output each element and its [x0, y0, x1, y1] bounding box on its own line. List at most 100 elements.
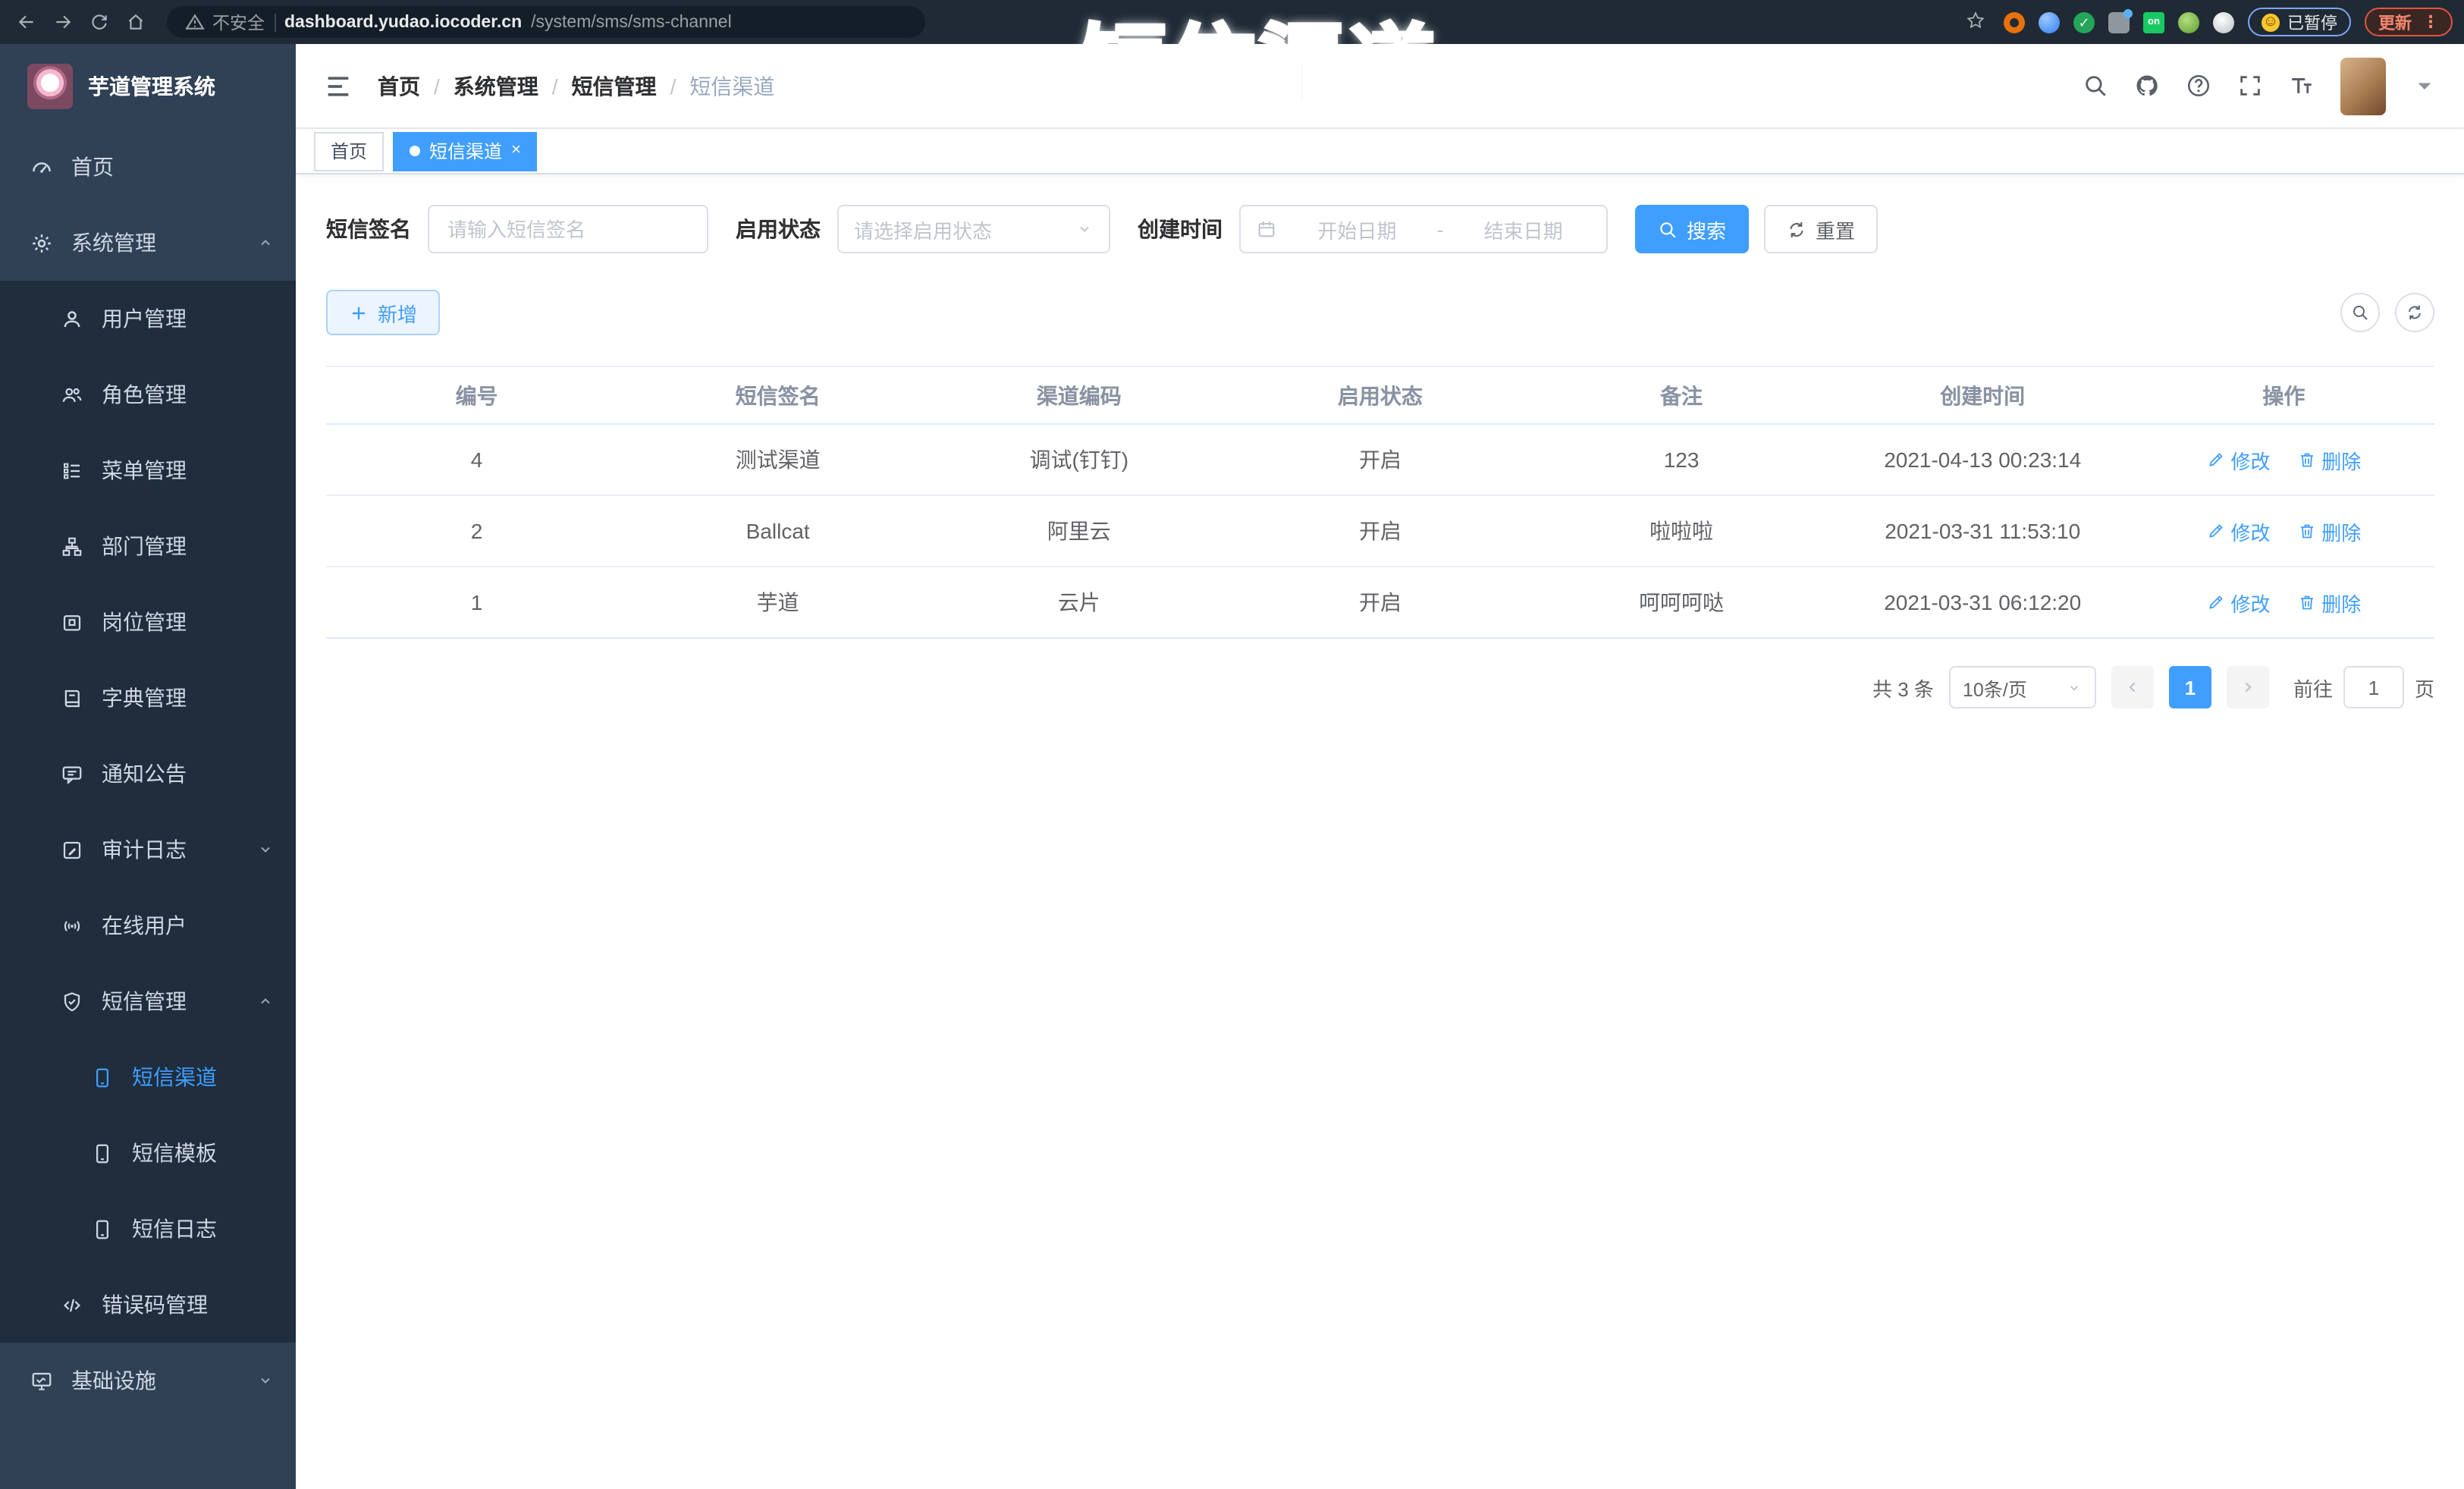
cell-created: 2021-03-31 11:53:10: [1832, 495, 2133, 567]
security-status[interactable]: 不安全: [185, 10, 265, 34]
sidebar-item-error-codes[interactable]: 错误码管理: [0, 1267, 296, 1343]
warning-icon: [185, 12, 205, 32]
github-icon[interactable]: [2134, 73, 2160, 99]
cell-actions: 修改 删除: [2133, 567, 2434, 639]
status-placeholder: 请选择启用状态: [854, 219, 993, 242]
search-button[interactable]: 搜索: [1635, 205, 1750, 253]
browser-forward-button[interactable]: [49, 8, 76, 36]
edit-link[interactable]: 修改: [2206, 517, 2270, 545]
filter-status-group: 启用状态 请选择启用状态: [736, 205, 1110, 253]
col-status: 启用状态: [1229, 366, 1531, 425]
sidebar-item-system[interactable]: 系统管理: [0, 205, 296, 281]
breadcrumb-system[interactable]: 系统管理: [454, 71, 538, 101]
table-row: 1 芋道 云片 开启 呵呵呵哒 2021-03-31 06:12:20 修改 删…: [326, 567, 2434, 639]
user-avatar[interactable]: [2340, 57, 2386, 115]
edit-link[interactable]: 修改: [2206, 445, 2270, 474]
goto-page-input[interactable]: [2343, 666, 2404, 708]
badge-icon: [61, 611, 83, 633]
tab-home[interactable]: 首页: [314, 131, 385, 171]
browser-back-button[interactable]: [12, 8, 39, 36]
address-bar[interactable]: 不安全 dashboard.yudao.iocoder.cn/system/sm…: [167, 6, 925, 38]
sign-label: 短信签名: [326, 217, 411, 241]
sidebar-item-departments[interactable]: 部门管理: [0, 508, 296, 584]
delete-link[interactable]: 删除: [2297, 588, 2361, 617]
status-label: 启用状态: [736, 217, 821, 241]
sidebar-item-posts[interactable]: 岗位管理: [0, 584, 296, 660]
dict-book-icon: [61, 686, 83, 709]
extension-icon[interactable]: [2004, 11, 2025, 33]
sidebar-item-audit-log[interactable]: 审计日志: [0, 812, 296, 887]
browser-home-button[interactable]: [121, 8, 149, 36]
browser-menu-icon[interactable]: ⋮: [2422, 12, 2439, 32]
sidebar-item-menus[interactable]: 菜单管理: [0, 432, 296, 508]
edit-link[interactable]: 修改: [2206, 588, 2270, 617]
add-button-label: 新增: [378, 303, 418, 325]
refresh-table-button[interactable]: [2395, 293, 2434, 332]
tab-sms-channel[interactable]: 短信渠道 ×: [393, 131, 538, 171]
sidebar-item-label: 用户管理: [102, 306, 187, 331]
header-actions: [2083, 57, 2437, 115]
fullscreen-icon[interactable]: [2237, 73, 2263, 99]
extension-icon[interactable]: [2039, 11, 2060, 33]
cell-created: 2021-03-31 06:12:20: [1832, 567, 2133, 639]
hamburger-icon[interactable]: [323, 71, 353, 101]
divider: [274, 13, 275, 31]
sidebar-item-home[interactable]: 首页: [0, 129, 296, 205]
extension-icon[interactable]: ✓: [2073, 11, 2095, 33]
app-logo[interactable]: 芋道管理系统: [0, 44, 296, 129]
font-size-icon[interactable]: [2289, 73, 2315, 99]
start-date-input[interactable]: 开始日期: [1289, 215, 1425, 243]
browser-update-button[interactable]: 更新 ⋮: [2365, 8, 2453, 36]
reset-button[interactable]: 重置: [1764, 205, 1879, 253]
sidebar-item-notice[interactable]: 通知公告: [0, 736, 296, 812]
tags-view-bar: 首页 短信渠道 ×: [296, 129, 2464, 174]
sidebar-item-users[interactable]: 用户管理: [0, 281, 296, 357]
chevron-up-icon: [256, 234, 275, 252]
extension-icon[interactable]: on: [2143, 11, 2164, 33]
sidebar-item-roles[interactable]: 角色管理: [0, 357, 296, 432]
sidebar-item-label: 短信管理: [102, 989, 187, 1013]
breadcrumb-separator: /: [670, 74, 676, 98]
cell-sign: 测试渠道: [627, 424, 929, 496]
sign-input[interactable]: [428, 205, 708, 253]
end-date-input[interactable]: 结束日期: [1455, 215, 1591, 243]
cell-code: 云片: [928, 567, 1230, 639]
extension-icon[interactable]: [2178, 11, 2199, 33]
col-code: 渠道编码: [928, 366, 1230, 425]
sidebar-item-dict[interactable]: 字典管理: [0, 660, 296, 736]
extension-icon[interactable]: [2108, 8, 2133, 33]
sidebar-item-sms[interactable]: 短信管理: [0, 963, 296, 1039]
close-icon[interactable]: ×: [511, 142, 521, 159]
security-label: 不安全: [212, 14, 265, 33]
extensions-puzzle-icon[interactable]: [2213, 11, 2234, 33]
sidebar-item-sms-log[interactable]: 短信日志: [0, 1191, 296, 1267]
search-icon[interactable]: [2083, 73, 2108, 99]
edit-pencil-icon: [2206, 593, 2224, 611]
question-icon[interactable]: [2186, 73, 2211, 99]
add-button[interactable]: 新增: [326, 290, 441, 335]
table-toolbar: 新增: [326, 290, 2434, 335]
date-range-picker[interactable]: 开始日期 - 结束日期: [1239, 205, 1608, 253]
breadcrumb-sms[interactable]: 短信管理: [572, 71, 657, 101]
status-select[interactable]: 请选择启用状态: [837, 205, 1110, 253]
delete-link[interactable]: 删除: [2297, 517, 2361, 545]
bookmark-star-icon[interactable]: [1966, 10, 1990, 34]
page-1-button[interactable]: 1: [2168, 666, 2211, 708]
caret-down-icon[interactable]: [2412, 73, 2437, 99]
delete-link[interactable]: 删除: [2297, 445, 2361, 474]
profile-paused-badge[interactable]: ☺ 已暂停: [2248, 8, 2351, 36]
sidebar-item-sms-template[interactable]: 短信模板: [0, 1115, 296, 1191]
search-button-label: 搜索: [1687, 219, 1727, 242]
next-page-button[interactable]: [2226, 666, 2269, 708]
browser-reload-button[interactable]: [85, 8, 112, 36]
cell-remark: 啦啦啦: [1530, 495, 1832, 567]
toggle-search-button[interactable]: [2340, 293, 2380, 332]
message-icon: [61, 762, 83, 785]
sidebar-item-infrastructure[interactable]: 基础设施: [0, 1343, 296, 1418]
breadcrumb-home[interactable]: 首页: [378, 71, 420, 101]
page-size-select[interactable]: 10条/页: [1948, 666, 2096, 708]
sidebar-item-sms-channel[interactable]: 短信渠道: [0, 1039, 296, 1115]
chevron-up-icon: [256, 992, 275, 1010]
prev-page-button[interactable]: [2111, 666, 2154, 708]
sidebar-item-online-users[interactable]: 在线用户: [0, 887, 296, 963]
